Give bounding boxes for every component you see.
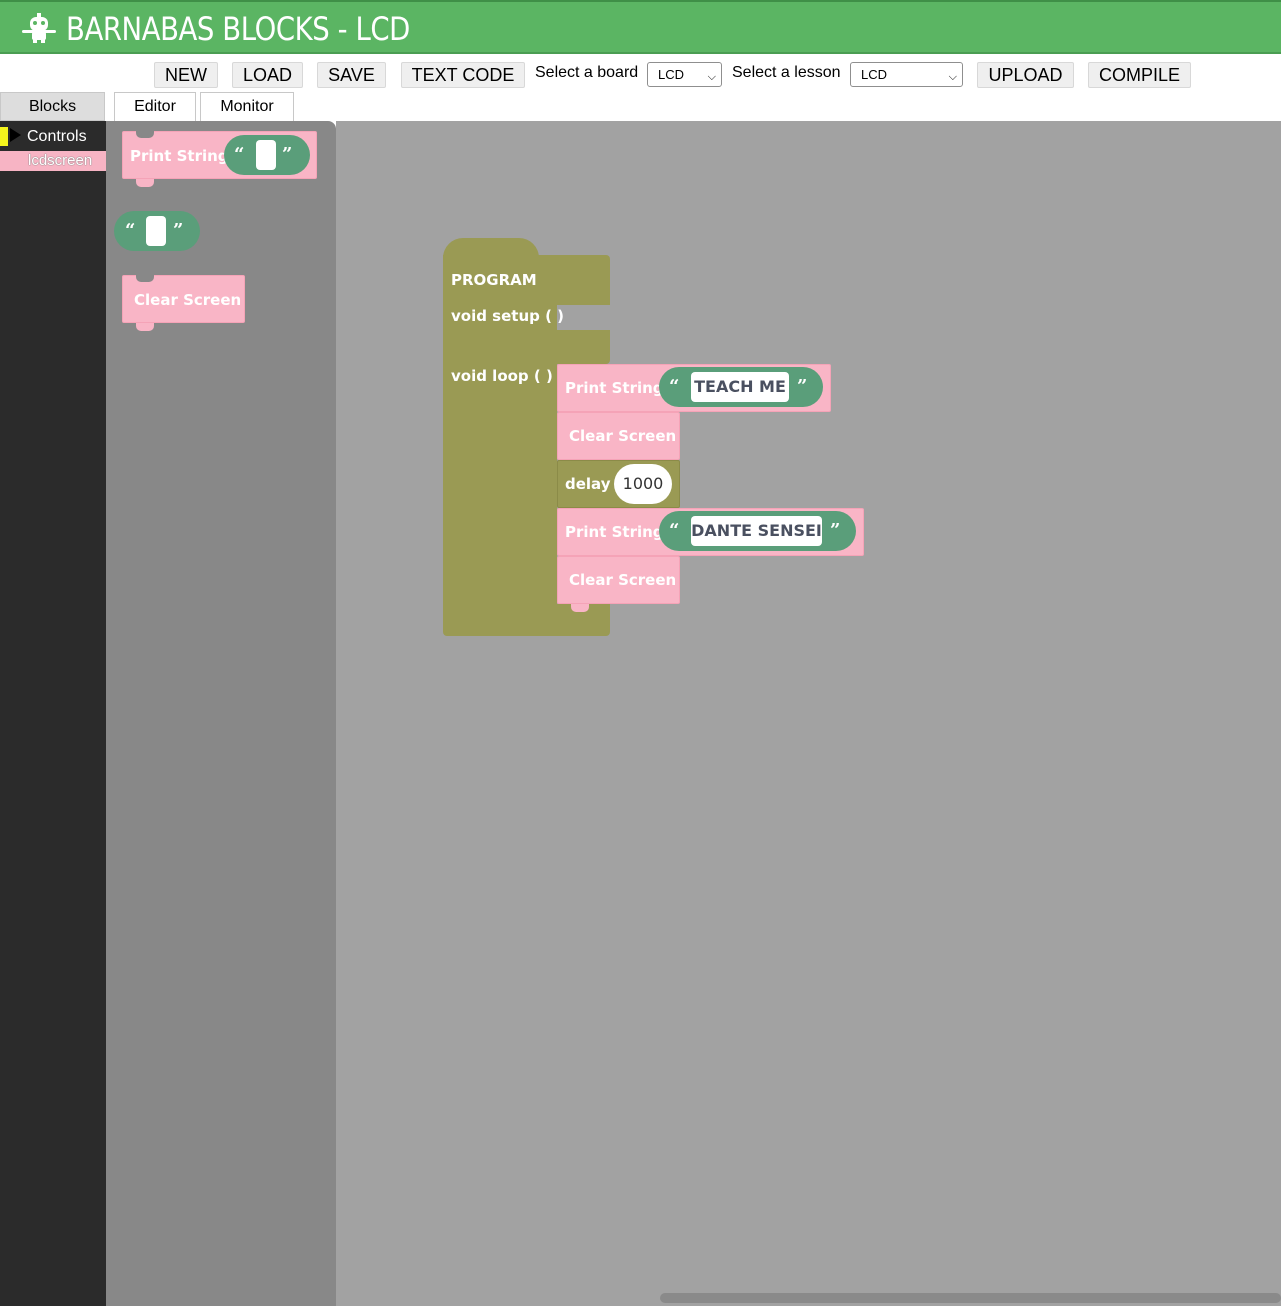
horizontal-scrollbar[interactable] <box>660 1293 1281 1303</box>
load-button[interactable]: LOAD <box>232 62 303 88</box>
loop-label: void loop ( ) <box>451 367 553 385</box>
program-title: PROGRAM <box>451 271 537 289</box>
block-label: Clear Screen <box>569 427 677 445</box>
block-label: Print String <box>565 379 664 397</box>
text-field[interactable] <box>146 216 166 246</box>
robot-icon <box>22 13 56 43</box>
text-block[interactable]: “ TEACH ME ” <box>659 367 823 407</box>
text-field[interactable] <box>256 140 276 170</box>
close-quote-icon: ” <box>173 220 184 241</box>
app-header: BARNABAS BLOCKS - LCD <box>0 0 1281 54</box>
block-label: Clear Screen <box>569 571 677 589</box>
text-field[interactable]: DANTE SENSEI <box>691 516 822 546</box>
text-field[interactable]: TEACH ME <box>691 372 789 402</box>
block-label: Print String <box>565 523 664 541</box>
app-title: BARNABAS BLOCKS - LCD <box>66 10 410 48</box>
open-quote-icon: “ <box>125 220 136 241</box>
lesson-select[interactable]: LCD ⌵ <box>850 62 963 87</box>
print-string-block[interactable]: Print String “ DANTE SENSEI ” <box>557 508 864 556</box>
tab-monitor[interactable]: Monitor <box>200 92 294 121</box>
lesson-select-value: LCD <box>861 67 888 82</box>
lesson-select-label: Select a lesson <box>732 64 841 81</box>
open-quote-icon: “ <box>234 144 245 165</box>
close-quote-icon: ” <box>282 144 293 165</box>
expand-arrow-icon[interactable] <box>10 128 21 142</box>
blocks-header: Blocks <box>0 92 105 121</box>
delay-value-field[interactable]: 1000 <box>614 464 672 504</box>
block-label: delay <box>565 475 611 493</box>
text-block[interactable]: “ DANTE SENSEI ” <box>659 511 856 551</box>
category-sidebar: Controls lcdscreen <box>0 121 106 1306</box>
board-select-value: LCD <box>658 67 685 82</box>
category-color-marker <box>0 127 8 146</box>
open-quote-icon: “ <box>669 376 680 397</box>
upload-button[interactable]: UPLOAD <box>977 62 1074 88</box>
delay-block[interactable]: delay 1000 <box>557 460 680 508</box>
chevron-down-icon: ⌵ <box>707 71 716 83</box>
close-quote-icon: ” <box>797 376 808 397</box>
category-label: Controls <box>27 128 87 145</box>
flyout-clear-screen-block[interactable]: Clear Screen <box>122 275 245 331</box>
toolbar: NEW LOAD SAVE TEXT CODE Select a board L… <box>0 54 1281 92</box>
block-label: Print String <box>130 147 229 165</box>
category-lcdscreen[interactable]: lcdscreen <box>0 151 106 171</box>
flyout-text-block[interactable]: “ ” <box>114 211 200 251</box>
category-controls[interactable]: Controls <box>0 125 106 147</box>
compile-button[interactable]: COMPILE <box>1088 62 1191 88</box>
category-label: lcdscreen <box>28 152 93 169</box>
clear-screen-block[interactable]: Clear Screen <box>557 556 680 612</box>
print-string-block[interactable]: Print String “ TEACH ME ” <box>557 364 831 412</box>
setup-label: void setup ( ) <box>451 307 565 325</box>
text-code-button[interactable]: TEXT CODE <box>401 62 525 88</box>
flyout-print-string-block[interactable]: Print String “ ” <box>122 131 317 187</box>
block-label: Clear Screen <box>134 291 242 309</box>
close-quote-icon: ” <box>830 520 841 541</box>
save-button[interactable]: SAVE <box>317 62 386 88</box>
tab-editor[interactable]: Editor <box>114 92 196 121</box>
new-button[interactable]: NEW <box>154 62 218 88</box>
chevron-down-icon: ⌵ <box>948 71 957 83</box>
text-block[interactable]: “ ” <box>224 135 310 175</box>
open-quote-icon: “ <box>669 520 680 541</box>
clear-screen-block[interactable]: Clear Screen <box>557 412 680 460</box>
board-select-label: Select a board <box>535 64 639 81</box>
board-select[interactable]: LCD ⌵ <box>647 62 722 87</box>
